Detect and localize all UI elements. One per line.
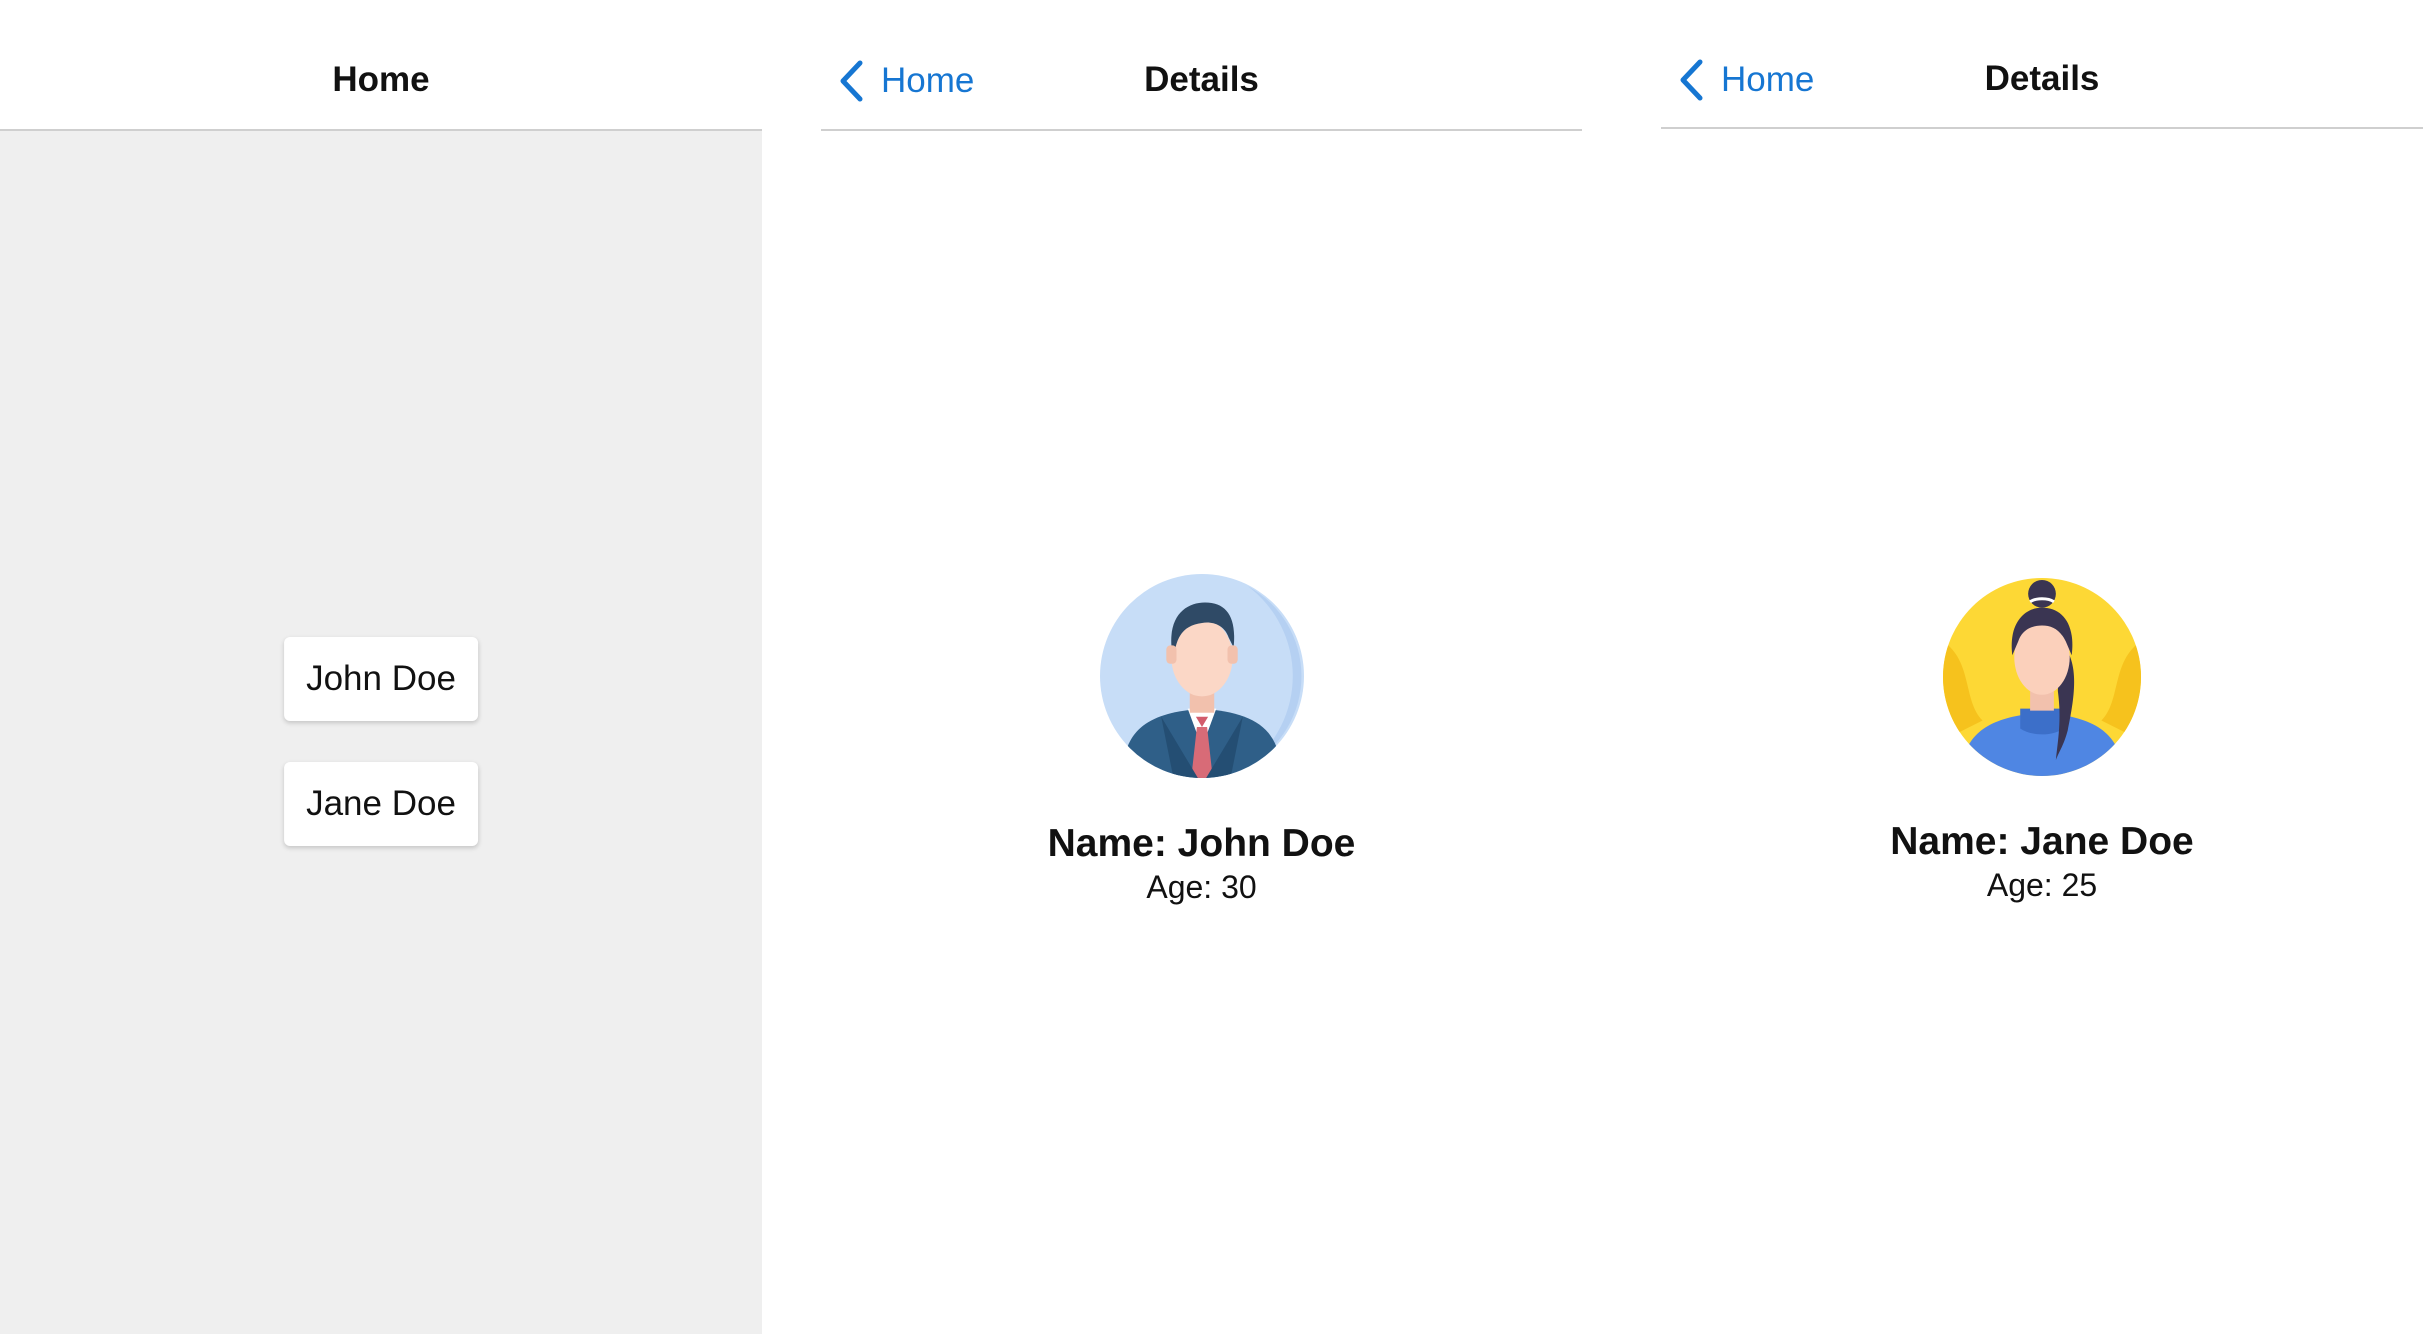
woman-avatar-icon (1943, 572, 2141, 776)
jane-doe-button[interactable]: Jane Doe (284, 762, 478, 846)
details-title: Details (1144, 60, 1259, 99)
home-title: Home (332, 60, 430, 99)
detail-age: Age: 25 (1986, 867, 2098, 903)
details-screen-john: Home Details Name: John Doe Age: 30 (821, 0, 1582, 1334)
john-doe-button[interactable]: John Doe (284, 637, 478, 721)
details-screen-jane: Home Details Name: Jane Doe Age: 25 (1661, 0, 2423, 1334)
details-navbar: Home Details (1661, 0, 2423, 129)
detail-name: Name: John Doe (1047, 822, 1356, 865)
home-screen: Home John Doe Jane Doe (0, 0, 762, 1334)
details-title: Details (1984, 59, 2100, 98)
man-avatar-icon (1099, 574, 1304, 778)
detail-age: Age: 30 (1146, 869, 1257, 905)
details-navbar: Home Details (821, 0, 1582, 131)
home-navbar: Home (0, 0, 762, 131)
detail-name: Name: Jane Doe (1890, 820, 2194, 863)
